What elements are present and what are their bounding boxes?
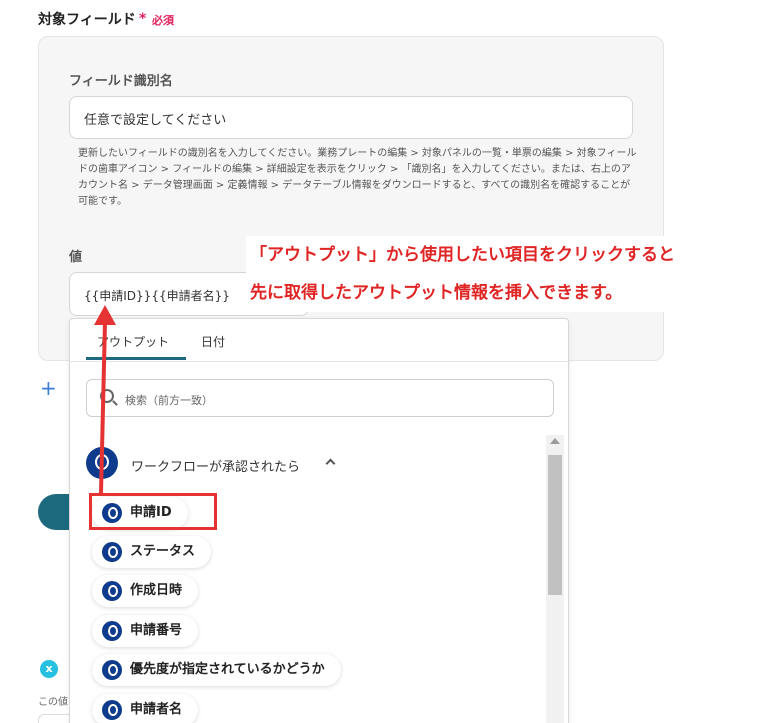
output-item-priority[interactable]: 優先度が指定されているかどうか: [92, 654, 341, 686]
field-name-input[interactable]: 任意で設定してください: [69, 96, 633, 139]
output-item-label: 作成日時: [130, 583, 183, 598]
annotation-line-1: 「アウトプット」から使用したい項目をクリックすると: [250, 245, 675, 265]
output-item-applicant-name[interactable]: 申請者名: [92, 694, 199, 723]
group-title[interactable]: ワークフローが承認されたら: [131, 456, 300, 475]
required-badge: 必須: [152, 14, 174, 27]
field-name-help: 更新したいフィールドの識別名を入力してください。業務プレートの編集 > 対象パネ…: [78, 148, 637, 207]
scroll-thumb[interactable]: [548, 455, 562, 595]
output-item-application-number[interactable]: 申請番号: [92, 615, 199, 647]
chevron-up-icon[interactable]: [325, 458, 336, 469]
x-badge-icon: x: [40, 660, 58, 678]
tab-output[interactable]: アウトプット: [97, 333, 169, 350]
value-label: 値: [69, 250, 83, 265]
annotation-line-2: 先に取得したアウトプット情報を挿入できます。: [250, 283, 623, 303]
output-item-status[interactable]: ステータス: [92, 536, 212, 568]
annotation-callout: 「アウトプット」から使用したい項目をクリックすると 先に取得したアウトプット情報…: [246, 236, 686, 312]
field-name-label: フィールド識別名: [69, 74, 173, 89]
app-icon: [102, 660, 122, 680]
app-icon: [102, 542, 122, 562]
output-item-created-at[interactable]: 作成日時: [92, 575, 199, 607]
output-item-label: 優先度が指定されているかどうか: [130, 662, 325, 677]
tab-divider: [70, 361, 568, 362]
highlight-box: [89, 493, 217, 530]
add-icon[interactable]: +: [40, 376, 57, 400]
tab-date[interactable]: 日付: [201, 333, 225, 350]
active-tab-indicator: [86, 357, 186, 360]
description-text: この値: [38, 697, 68, 708]
output-item-label: ステータス: [130, 544, 196, 559]
scrollbar[interactable]: [546, 435, 564, 723]
output-item-label: 申請番号: [130, 623, 183, 638]
app-icon: [102, 621, 122, 641]
app-icon: [86, 447, 118, 479]
output-item-label: 申請者名: [130, 702, 183, 717]
search-placeholder: 検索（前方一致）: [125, 394, 213, 407]
app-icon: [102, 700, 122, 720]
search-icon: [100, 389, 114, 403]
scroll-up-icon[interactable]: [550, 438, 560, 444]
search-input[interactable]: 検索（前方一致）: [86, 379, 554, 417]
app-icon: [102, 581, 122, 601]
required-star: *: [139, 11, 147, 27]
section-label: 対象フィールド: [38, 12, 136, 28]
